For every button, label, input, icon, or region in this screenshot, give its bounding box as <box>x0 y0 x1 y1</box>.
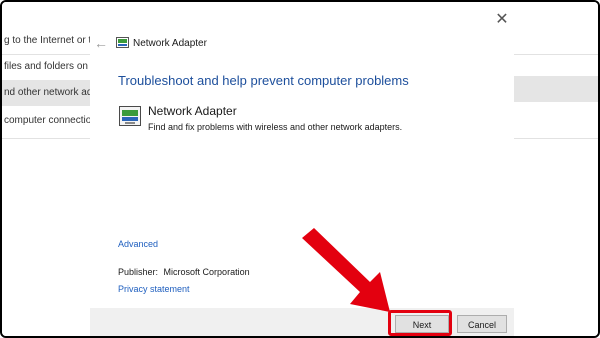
next-button[interactable]: Next <box>395 315 449 333</box>
cancel-button[interactable]: Cancel <box>457 315 507 333</box>
back-arrow-icon[interactable]: ← <box>94 36 108 50</box>
close-icon[interactable]: ✕ <box>492 10 512 30</box>
network-adapter-icon <box>116 37 129 48</box>
dialog-heading: Troubleshoot and help prevent computer p… <box>118 73 409 88</box>
item-title: Network Adapter <box>148 104 237 118</box>
network-adapter-icon <box>119 106 141 126</box>
bg-selection-band <box>514 76 598 102</box>
publisher-value: Microsoft Corporation <box>163 267 250 277</box>
item-description: Find and fix problems with wireless and … <box>148 122 403 132</box>
screenshot-frame: g to the Internet or to files and folder… <box>0 0 600 338</box>
publisher-label: Publisher: <box>118 267 159 277</box>
advanced-link[interactable]: Advanced <box>118 239 158 249</box>
privacy-statement-link[interactable]: Privacy statement <box>118 284 190 294</box>
dialog-title: Network Adapter <box>133 38 207 49</box>
dialog-footer <box>90 308 514 336</box>
publisher-line: Publisher: Microsoft Corporation <box>118 267 250 277</box>
